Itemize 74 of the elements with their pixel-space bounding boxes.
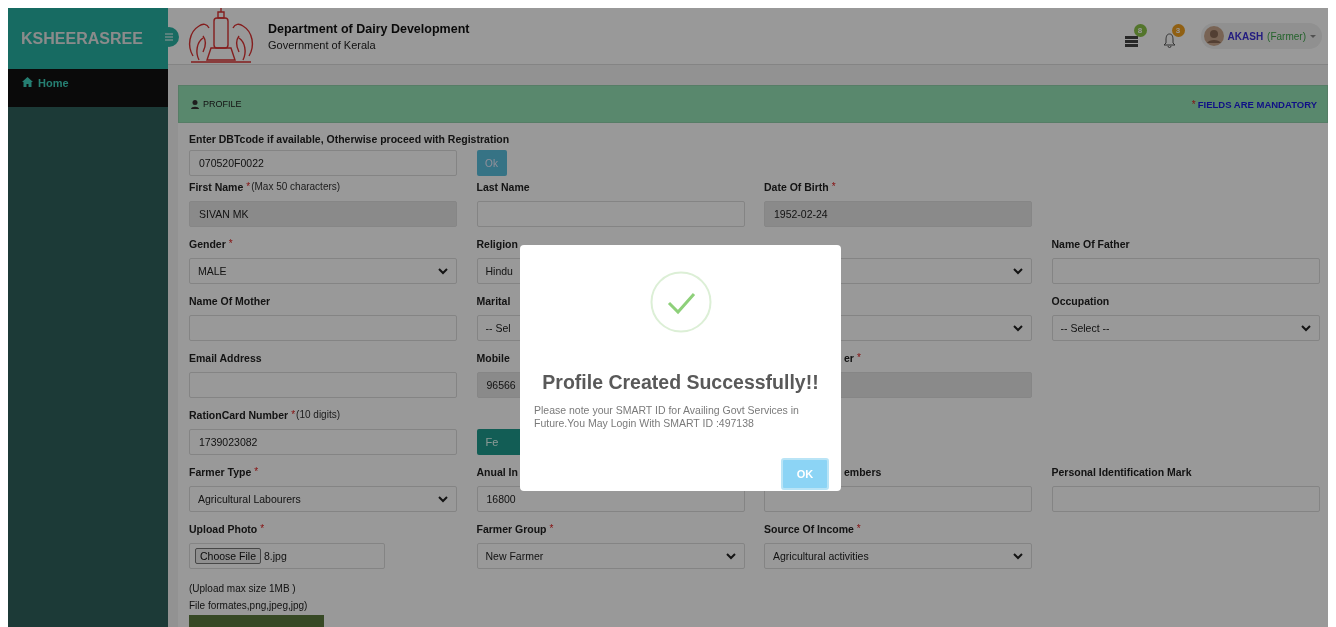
department-title: Department of Dairy Development (268, 21, 470, 36)
field-label: er (844, 352, 854, 364)
field-label: Marital (476, 295, 511, 307)
required-mark: * (831, 181, 836, 192)
required-mark: * (246, 181, 251, 192)
choose-file-button[interactable]: Choose File (195, 548, 262, 564)
chevron-down-icon (725, 552, 736, 560)
dialog-message: Please note your SMART ID for Availing Govt Services in Future.You May Login With SMART ID :497138 (533, 404, 800, 430)
required-mark: * (291, 409, 296, 420)
upload-note: (Upload max size 1MB ) (189, 582, 297, 596)
stack-icon (1124, 33, 1138, 48)
field-label: Farmer Type (189, 466, 252, 478)
field-hint: (Max 50 characters) (251, 181, 341, 192)
field-hint: (10 digits) (296, 409, 340, 420)
field-label: Occupation (1051, 295, 1110, 307)
user-role: (Farmer) (1267, 30, 1306, 42)
count-badge: 8 (1133, 24, 1147, 37)
required-mark: * (1191, 98, 1196, 110)
field-label: Source Of Income (764, 523, 854, 535)
check-circle-icon (649, 271, 712, 333)
dropdown[interactable]: Agricultural Labourers (189, 486, 457, 512)
required-mark: * (254, 466, 259, 477)
caret-icon (1310, 34, 1316, 38)
required-mark: * (549, 523, 554, 534)
field-label: Farmer Group (476, 523, 547, 535)
field-label: Name Of Mother (189, 295, 271, 307)
chevron-down-icon (1013, 552, 1023, 560)
user-name: AKASH (1227, 30, 1264, 42)
field-label: Mobile (476, 352, 510, 364)
field-label: RationCard Number (189, 409, 289, 421)
user-icon (191, 99, 199, 109)
home-icon (22, 77, 33, 87)
field-label: Upload Photo (189, 523, 258, 535)
app-logo-text: KSHEERASREE (21, 29, 143, 48)
required-mark: * (856, 523, 861, 534)
field-label: Anual In (476, 466, 518, 478)
chevron-down-icon (1013, 267, 1023, 275)
field-label: Gender (189, 238, 226, 250)
bell-icon (1162, 33, 1176, 48)
text-field[interactable]: 1739023082 (189, 429, 457, 455)
dropdown[interactable]: MALE (189, 258, 457, 284)
dbt-code-field[interactable]: 070520F0022 (189, 150, 457, 176)
menu-icon (165, 33, 173, 41)
mandatory-note: FIELDS ARE MANDATORY (1197, 98, 1317, 110)
chevron-down-icon (1013, 324, 1023, 332)
required-mark: * (856, 352, 861, 363)
field-label: Last Name (476, 181, 530, 193)
dropdown[interactable]: -- Select -- (1051, 315, 1320, 341)
panel-title: PROFILE (203, 99, 242, 109)
field-label: Enter DBTcode if available, Otherwise proceed with Registration (189, 133, 511, 146)
count-badge: 3 (1171, 24, 1185, 37)
field-label: Date Of Birth (764, 181, 829, 193)
text-field[interactable] (764, 486, 1032, 512)
chevron-down-icon (438, 267, 448, 275)
dropdown[interactable]: Agricultural activities (764, 543, 1032, 569)
required-mark: * (228, 238, 233, 249)
file-upload-field[interactable]: Choose File 8.jpg (189, 543, 385, 569)
chevron-down-icon (1300, 324, 1311, 332)
field-label: Email Address (189, 352, 262, 364)
dialog-title: Profile Created Successfully!! (542, 371, 819, 394)
required-mark: * (260, 523, 265, 534)
dropdown[interactable]: New Farmer (476, 543, 745, 569)
avatar-icon (1203, 26, 1224, 46)
government-subtitle: Government of Kerala (268, 38, 377, 51)
chevron-down-icon (438, 495, 448, 503)
file-name: 8.jpg (264, 550, 287, 562)
field-label: First Name (189, 181, 244, 193)
field-label: embers (844, 466, 882, 478)
user-menu[interactable]: AKASH (Farmer) (1200, 23, 1322, 49)
field-label: Name Of Father (1051, 238, 1130, 250)
field-label: Personal Identification Mark (1051, 466, 1192, 478)
nav-item[interactable]: Home (8, 69, 168, 107)
field-label: Religion (476, 238, 518, 250)
upload-note: File formates,png,jpeg,jpg) (189, 599, 309, 613)
